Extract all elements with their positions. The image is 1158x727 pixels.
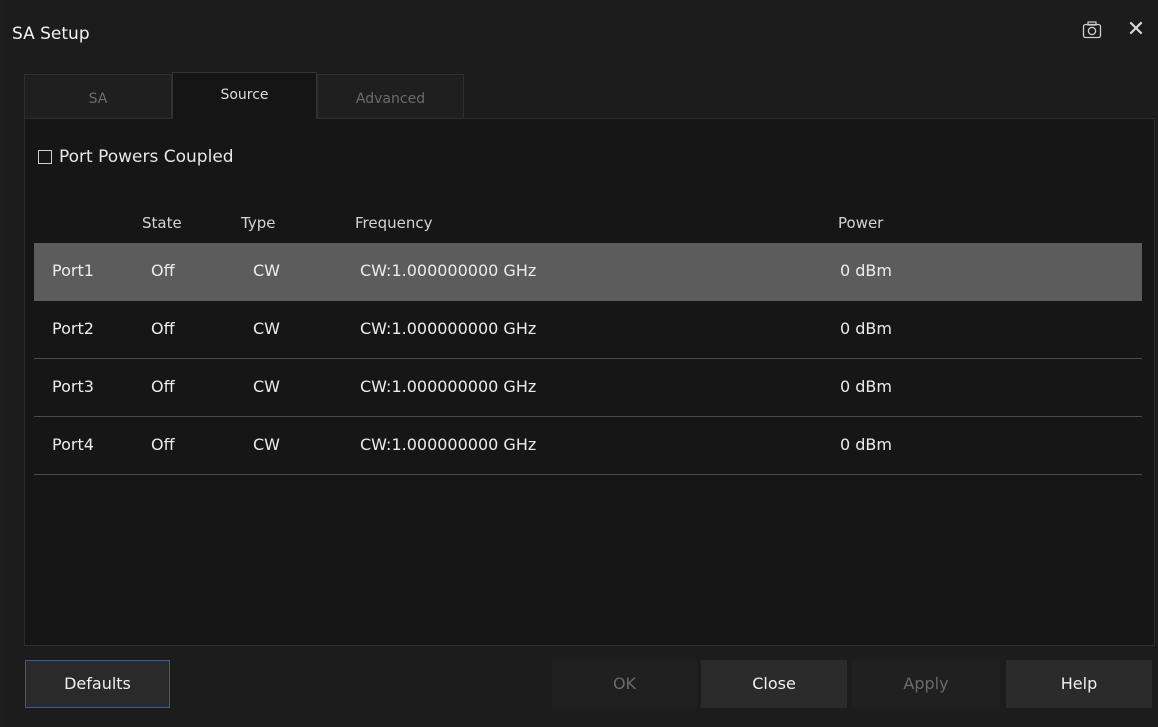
power-cell[interactable]: 0 dBm bbox=[840, 301, 892, 357]
type-cell[interactable]: CW bbox=[253, 359, 280, 415]
column-header-frequency: Frequency bbox=[355, 214, 433, 232]
type-cell[interactable]: CW bbox=[253, 301, 280, 357]
power-cell[interactable]: 0 dBm bbox=[840, 243, 892, 299]
defaults-button[interactable]: Defaults bbox=[25, 660, 170, 708]
type-cell[interactable]: CW bbox=[253, 243, 280, 299]
table-row[interactable]: Port3 Off CW CW:1.000000000 GHz 0 dBm bbox=[34, 359, 1142, 417]
camera-icon[interactable] bbox=[1082, 21, 1102, 39]
help-button[interactable]: Help bbox=[1006, 660, 1152, 708]
state-cell[interactable]: Off bbox=[151, 301, 175, 357]
state-cell[interactable]: Off bbox=[151, 359, 175, 415]
checkbox-label: Port Powers Coupled bbox=[59, 147, 234, 167]
tab-advanced[interactable]: Advanced bbox=[317, 74, 464, 118]
frequency-cell[interactable]: CW:1.000000000 GHz bbox=[360, 243, 536, 299]
port-cell: Port3 bbox=[52, 377, 94, 396]
port-cell: Port2 bbox=[52, 319, 94, 338]
power-cell[interactable]: 0 dBm bbox=[840, 359, 892, 415]
close-icon[interactable]: ✕ bbox=[1124, 18, 1148, 42]
power-cell[interactable]: 0 dBm bbox=[840, 417, 892, 473]
table-row[interactable]: Port1 Off CW CW:1.000000000 GHz 0 dBm bbox=[34, 243, 1142, 301]
dialog-title: SA Setup bbox=[12, 24, 90, 44]
state-cell[interactable]: Off bbox=[151, 417, 175, 473]
table-row[interactable]: Port4 Off CW CW:1.000000000 GHz 0 dBm bbox=[34, 417, 1142, 475]
port-powers-coupled-checkbox[interactable]: Port Powers Coupled bbox=[38, 146, 234, 168]
frequency-cell[interactable]: CW:1.000000000 GHz bbox=[360, 417, 536, 473]
column-header-state: State bbox=[142, 214, 182, 232]
column-header-type: Type bbox=[241, 214, 276, 232]
ok-button[interactable]: OK bbox=[552, 660, 697, 708]
apply-button[interactable]: Apply bbox=[852, 660, 1000, 708]
frequency-cell[interactable]: CW:1.000000000 GHz bbox=[360, 359, 536, 415]
state-cell[interactable]: Off bbox=[151, 243, 175, 299]
port-cell: Port1 bbox=[52, 261, 94, 280]
title-bar: SA Setup ✕ bbox=[4, 0, 1158, 64]
close-button[interactable]: Close bbox=[701, 660, 847, 708]
checkbox-box[interactable] bbox=[38, 150, 52, 164]
table-row[interactable]: Port2 Off CW CW:1.000000000 GHz 0 dBm bbox=[34, 301, 1142, 359]
frequency-cell[interactable]: CW:1.000000000 GHz bbox=[360, 301, 536, 357]
sa-setup-dialog: SA Setup ✕ SA Advanced Source Port Power… bbox=[4, 0, 1158, 727]
type-cell[interactable]: CW bbox=[253, 417, 280, 473]
tab-source[interactable]: Source bbox=[172, 72, 317, 119]
port-cell: Port4 bbox=[52, 435, 94, 454]
tab-sa[interactable]: SA bbox=[24, 74, 172, 118]
column-header-power: Power bbox=[838, 214, 884, 232]
